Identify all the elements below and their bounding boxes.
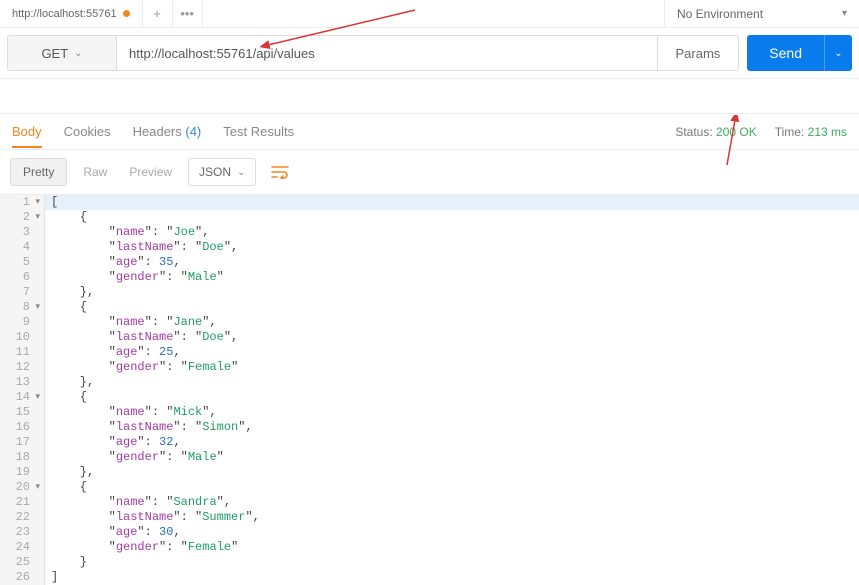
code-line: }, <box>45 285 859 300</box>
code-line: "lastName": "Simon", <box>45 420 859 435</box>
code-line: }, <box>45 375 859 390</box>
code-line: "gender": "Male" <box>45 270 859 285</box>
chevron-down-icon: ▾ <box>842 8 847 19</box>
tab-cookies[interactable]: Cookies <box>64 116 111 148</box>
environment-select[interactable]: No Environment ▾ <box>664 0 859 27</box>
status-value: 200 OK <box>716 125 757 139</box>
view-raw-button[interactable]: Raw <box>77 165 113 179</box>
params-label: Params <box>676 46 721 61</box>
new-tab-button[interactable]: + <box>143 0 173 27</box>
request-tabs: http://localhost:55761 + ••• <box>0 0 203 27</box>
code-line: ] <box>45 570 859 585</box>
code-line: } <box>45 555 859 570</box>
send-dropdown-button[interactable]: ⌄ <box>824 35 852 71</box>
status-label: Status: <box>675 125 712 139</box>
view-pretty-button[interactable]: Pretty <box>10 158 67 186</box>
time-value: 213 ms <box>808 125 847 139</box>
code-line: "gender": "Female" <box>45 360 859 375</box>
tab-body[interactable]: Body <box>12 116 42 148</box>
tab-title: http://localhost:55761 <box>12 8 117 20</box>
format-select[interactable]: JSON ⌄ <box>188 158 256 186</box>
top-row: http://localhost:55761 + ••• No Environm… <box>0 0 859 28</box>
tab-headers[interactable]: Headers (4) <box>133 116 202 148</box>
code-line: "age": 30, <box>45 525 859 540</box>
headers-count: (4) <box>185 124 201 139</box>
request-bar: GET ⌄ Params Send ⌄ <box>0 28 859 79</box>
time-block: Time: 213 ms <box>775 125 847 139</box>
code-line: "name": "Mick", <box>45 405 859 420</box>
code-line: { <box>45 300 859 315</box>
code-line: [ <box>45 195 859 210</box>
unsaved-dot-icon <box>123 10 130 17</box>
url-input[interactable] <box>117 35 658 71</box>
chevron-down-icon: ⌄ <box>237 167 245 178</box>
view-preview-button[interactable]: Preview <box>123 165 178 179</box>
wrap-lines-icon[interactable] <box>266 158 294 186</box>
line-gutter: 1▾ 2▾ 3 4 5 6 7 8▾ 9 10 11 12 13 14▾ 15 … <box>0 195 45 585</box>
code-line: "lastName": "Summer", <box>45 510 859 525</box>
code-line: "gender": "Male" <box>45 450 859 465</box>
code-line: { <box>45 210 859 225</box>
code-line: "name": "Joe", <box>45 225 859 240</box>
code-content[interactable]: [ { "name": "Joe", "lastName": "Doe", "a… <box>45 195 859 585</box>
request-tab[interactable]: http://localhost:55761 <box>0 0 143 27</box>
tab-menu-button[interactable]: ••• <box>173 0 203 27</box>
method-label: GET <box>41 46 68 61</box>
response-tabs: Body Cookies Headers (4) Test Results <box>12 116 294 148</box>
environment-label: No Environment <box>677 7 763 21</box>
headers-label: Headers <box>133 124 182 139</box>
send-button[interactable]: Send <box>747 35 824 71</box>
tab-test-results[interactable]: Test Results <box>223 116 294 148</box>
code-line: { <box>45 480 859 495</box>
status-group: Status: 200 OK Time: 213 ms <box>675 125 847 139</box>
code-line: "gender": "Female" <box>45 540 859 555</box>
view-toolbar: Pretty Raw Preview JSON ⌄ <box>0 150 859 195</box>
code-line: "age": 35, <box>45 255 859 270</box>
response-header: Body Cookies Headers (4) Test Results St… <box>0 114 859 150</box>
code-line: "age": 32, <box>45 435 859 450</box>
params-button[interactable]: Params <box>658 35 740 71</box>
code-line: "name": "Sandra", <box>45 495 859 510</box>
chevron-down-icon: ⌄ <box>74 48 82 59</box>
response-body: 1▾ 2▾ 3 4 5 6 7 8▾ 9 10 11 12 13 14▾ 15 … <box>0 195 859 585</box>
send-group: Send ⌄ <box>747 35 852 71</box>
chevron-down-icon: ⌄ <box>834 48 842 59</box>
spacer <box>0 79 859 114</box>
code-line: }, <box>45 465 859 480</box>
code-line: { <box>45 390 859 405</box>
time-label: Time: <box>775 125 805 139</box>
status-block: Status: 200 OK <box>675 125 756 139</box>
http-method-select[interactable]: GET ⌄ <box>7 35 117 71</box>
code-line: "age": 25, <box>45 345 859 360</box>
code-line: "lastName": "Doe", <box>45 330 859 345</box>
code-line: "lastName": "Doe", <box>45 240 859 255</box>
code-line: "name": "Jane", <box>45 315 859 330</box>
format-label: JSON <box>199 165 231 179</box>
